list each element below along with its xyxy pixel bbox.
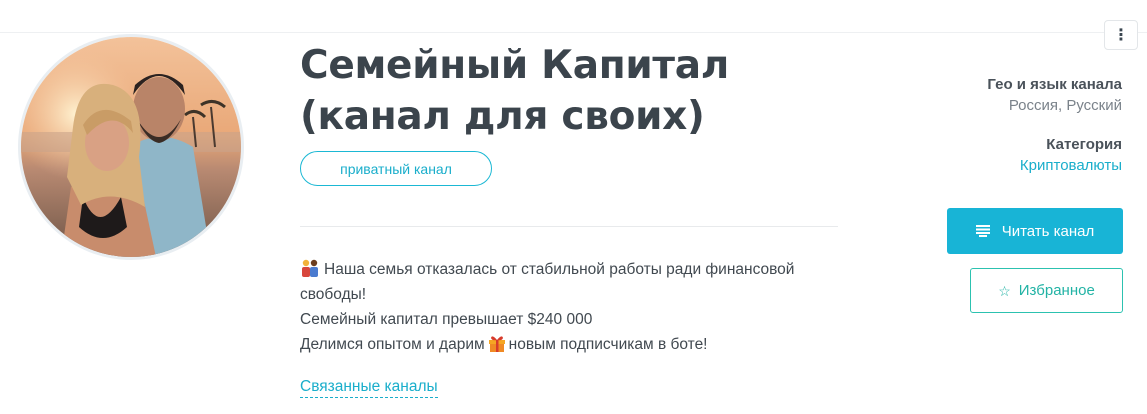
header-divider <box>0 32 1147 33</box>
description-text-3a: Делимся опытом и дарим <box>300 336 485 353</box>
category-label: Категория <box>1046 136 1122 153</box>
list-icon <box>975 225 990 237</box>
read-button-label: Читать канал <box>1001 222 1095 240</box>
more-vertical-icon: ⋮ <box>1113 25 1129 44</box>
badge-label: приватный канал <box>340 160 452 177</box>
content-divider <box>300 226 838 227</box>
description-line-1: Наша семья отказалась от стабильной рабо… <box>300 257 845 307</box>
read-channel-button[interactable]: Читать канал <box>947 208 1123 254</box>
channel-description: Наша семья отказалась от стабильной рабо… <box>300 257 845 357</box>
star-outline-icon: ☆ <box>998 282 1011 299</box>
geo-info: Гео и язык канала Россия, Русский <box>987 76 1122 114</box>
private-channel-badge: приватный канал <box>300 151 492 186</box>
geo-value: Россия, Русский <box>1008 97 1122 114</box>
related-channels-link[interactable]: Связанные каналы <box>300 378 438 398</box>
description-text-3b: новым подписчикам в боте! <box>508 336 708 353</box>
couple-emoji-icon <box>302 259 318 277</box>
description-line-3: Делимся опытом и дарим новым подписчикам … <box>300 332 845 357</box>
channel-avatar <box>18 34 244 260</box>
favorite-button[interactable]: ☆ Избранное <box>970 268 1123 313</box>
category-link[interactable]: Криптовалюты <box>1020 157 1122 174</box>
channel-title: Семейный Капитал (канал для своих) <box>300 43 729 139</box>
more-options-button[interactable]: ⋮ <box>1104 20 1138 50</box>
description-line-2: Семейный капитал превышает $240 000 <box>300 311 593 328</box>
description-text-1: Наша семья отказалась от стабильной рабо… <box>300 261 795 303</box>
gift-emoji-icon <box>488 336 505 352</box>
favorite-button-label: Избранное <box>1018 282 1095 299</box>
geo-label: Гео и язык канала <box>987 76 1122 93</box>
category-info: Категория Криптовалюты <box>1020 136 1122 174</box>
